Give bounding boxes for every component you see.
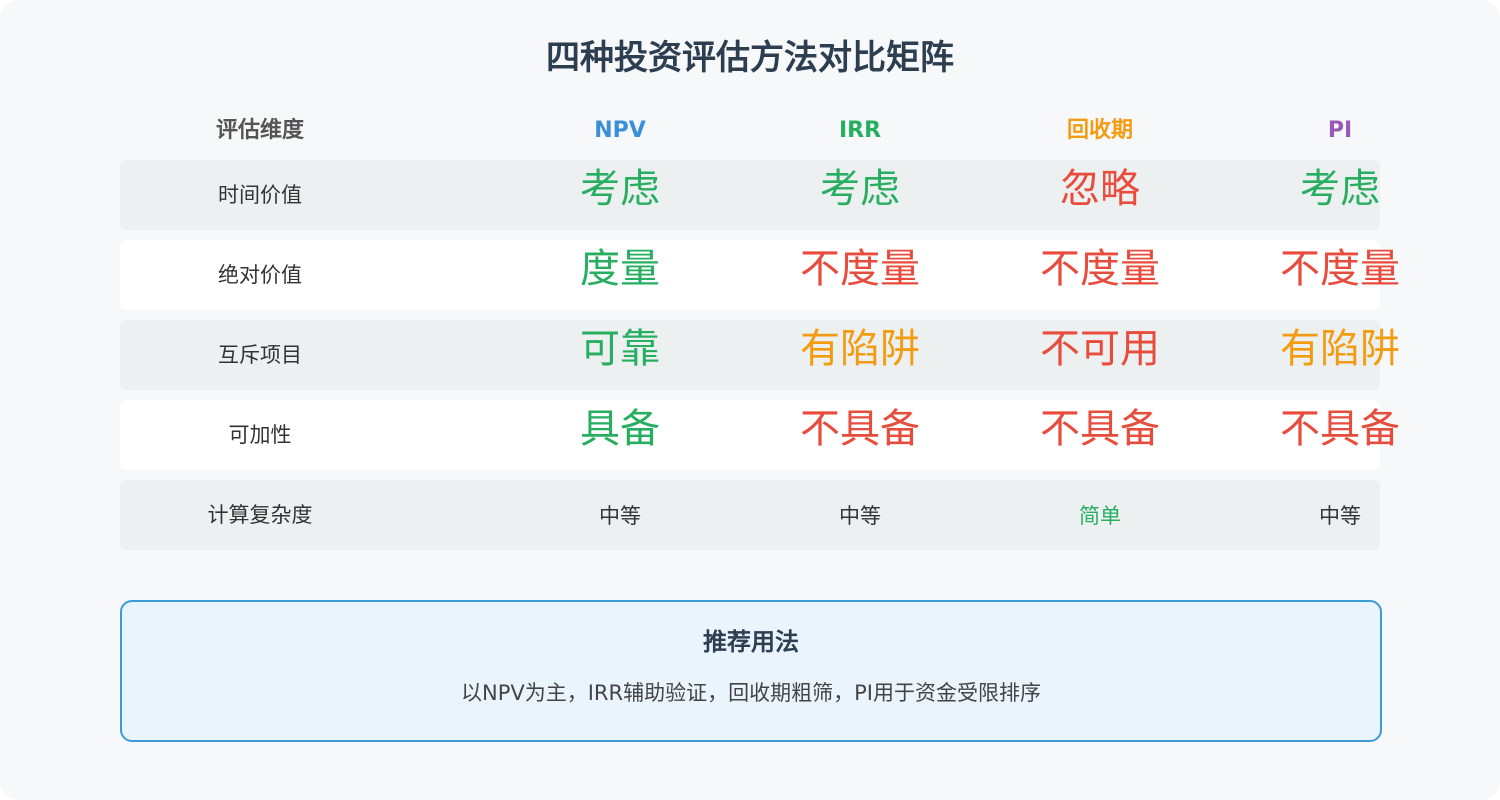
table-cell: 简单 — [1079, 504, 1121, 528]
table-cell: 中等 — [1319, 504, 1361, 528]
table-cell: 有陷阱 — [800, 326, 920, 372]
table-cell: 可靠 — [580, 326, 660, 372]
table-cell: 不具备 — [1280, 406, 1400, 452]
recommendation-box: 推荐用法 以NPV为主，IRR辅助验证，回收期粗筛，PI用于资金受限排序 — [120, 600, 1382, 742]
table-cell: 不具备 — [1040, 406, 1160, 452]
header-method-irr1: IRR — [838, 118, 882, 143]
row-label: 互斥项目 — [218, 343, 302, 367]
table-cell: 忽略 — [1060, 166, 1140, 212]
row-label: 时间价值 — [218, 183, 302, 207]
table-cell: 考虑 — [580, 166, 660, 212]
table-cell: 有陷阱 — [1280, 326, 1400, 372]
recommendation-title: 推荐用法 — [703, 628, 799, 656]
header-dimension-label: 评估维度 — [215, 118, 304, 143]
page-title: 四种投资评估方法对比矩阵 — [546, 38, 954, 78]
table-cell: 度量 — [580, 246, 660, 292]
table-cell: 不具备 — [800, 406, 920, 452]
table-row: 可加性 具备 不具备 不具备 不具备 — [120, 400, 1400, 470]
table-cell: 不度量 — [800, 246, 920, 292]
table-row: 互斥项目 可靠 有陷阱 不可用 有陷阱 — [120, 320, 1400, 390]
table-cell: 考虑 — [1300, 166, 1380, 212]
table-cell: 不度量 — [1280, 246, 1400, 292]
table-cell: 具备 — [580, 406, 660, 452]
table-cell: 中等 — [599, 504, 641, 528]
row-label: 计算复杂度 — [207, 503, 313, 527]
row-label: 绝对价值 — [218, 263, 302, 287]
table-cell: 考虑 — [820, 166, 900, 212]
table-row: 绝对价值 度量 不度量 不度量 不度量 — [120, 240, 1400, 310]
matrix-panel: 四种投资评估方法对比矩阵 评估维度 NPV IRR 回收期 PI 时间价值 考虑 考虑 忽略… — [0, 0, 1500, 800]
table-cell: 不可用 — [1040, 326, 1160, 372]
table-cell: 不度量 — [1040, 246, 1160, 292]
header-method-2: 回收期 — [1066, 118, 1133, 143]
recommendation-text: 以NPV为主，IRR辅助验证，回收期粗筛，PI用于资金受限排序 — [461, 681, 1041, 705]
header-method-pi3: PI — [1327, 118, 1353, 143]
table-cell: 中等 — [839, 504, 881, 528]
table-row: 时间价值 考虑 考虑 忽略 考虑 — [120, 160, 1380, 230]
table-row: 计算复杂度 中等 中等 简单 中等 — [120, 480, 1380, 550]
row-label: 可加性 — [228, 423, 292, 447]
header-method-npv0: NPV — [594, 118, 646, 143]
